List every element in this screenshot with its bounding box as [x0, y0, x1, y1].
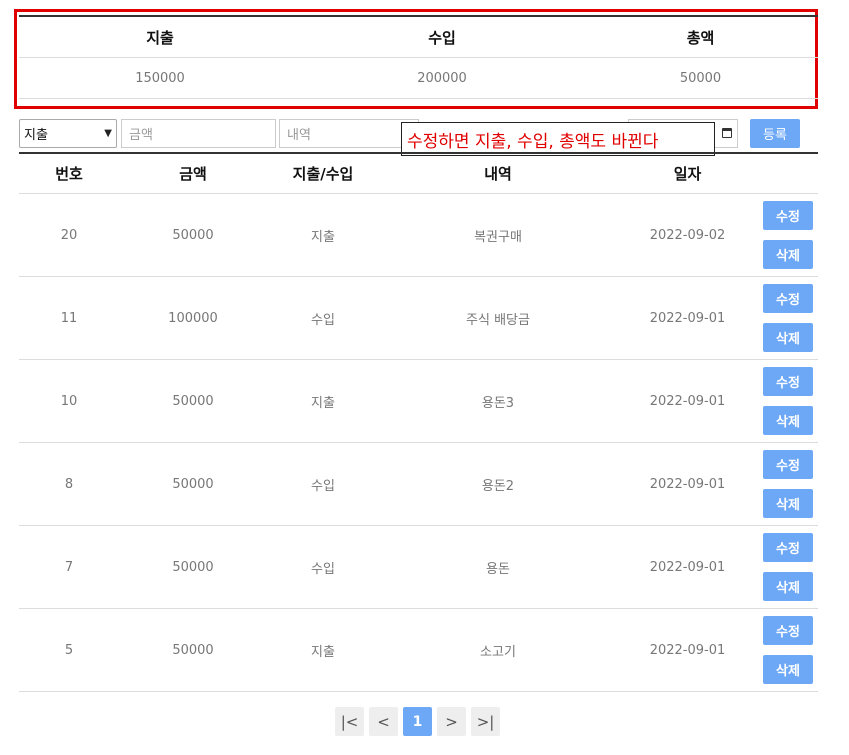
row-date: 2022-09-01: [617, 276, 758, 360]
summary-expense-value: 150000: [19, 57, 302, 99]
row-type: 지출: [267, 359, 379, 443]
row-date: 2022-09-01: [617, 608, 758, 692]
table-row: 8 50000 수입 용돈2 2022-09-01 수정 삭제: [19, 442, 818, 526]
row-desc: 용돈2: [379, 442, 617, 526]
row-date: 2022-09-01: [617, 525, 758, 609]
row-date: 2022-09-02: [617, 193, 758, 277]
edit-button[interactable]: 수정: [763, 616, 813, 645]
annotation-note: 수정하면 지출, 수입, 총액도 바뀐다: [401, 122, 715, 156]
summary-table: 지출 수입 총액 150000 200000 50000: [19, 15, 818, 99]
summary-values-row: 150000 200000 50000: [19, 57, 818, 99]
row-actions: 수정 삭제: [758, 442, 818, 526]
edit-button[interactable]: 수정: [763, 450, 813, 479]
table-header-row: 번호 금액 지출/수입 내역 일자: [19, 153, 818, 194]
delete-button[interactable]: 삭제: [763, 489, 813, 518]
delete-button[interactable]: 삭제: [763, 655, 813, 684]
summary-income-header: 수입: [301, 16, 584, 58]
next-page-icon[interactable]: >: [437, 707, 466, 736]
page-number-current[interactable]: 1: [403, 707, 432, 736]
row-type: 수입: [267, 442, 379, 526]
col-header-date: 일자: [617, 153, 758, 194]
row-actions: 수정 삭제: [758, 193, 818, 277]
table-row: 7 50000 수입 용돈 2022-09-01 수정 삭제: [19, 525, 818, 609]
summary-total-value: 50000: [583, 57, 818, 99]
row-amount: 50000: [119, 525, 267, 609]
row-type: 수입: [267, 276, 379, 360]
prev-page-icon[interactable]: <: [369, 707, 398, 736]
row-type: 수입: [267, 525, 379, 609]
row-date: 2022-09-01: [617, 442, 758, 526]
register-button[interactable]: 등록: [750, 119, 800, 148]
row-desc: 복권구매: [379, 193, 617, 277]
row-desc: 소고기: [379, 608, 617, 692]
row-actions: 수정 삭제: [758, 276, 818, 360]
table-row: 20 50000 지출 복권구매 2022-09-02 수정 삭제: [19, 193, 818, 277]
edit-button[interactable]: 수정: [763, 367, 813, 396]
row-date: 2022-09-01: [617, 359, 758, 443]
delete-button[interactable]: 삭제: [763, 572, 813, 601]
row-amount: 50000: [119, 359, 267, 443]
last-page-icon[interactable]: >|: [471, 707, 500, 736]
row-actions: 수정 삭제: [758, 525, 818, 609]
delete-button[interactable]: 삭제: [763, 406, 813, 435]
col-header-desc: 내역: [379, 153, 617, 194]
row-no: 8: [19, 442, 119, 526]
summary-total-header: 총액: [583, 16, 818, 58]
edit-button[interactable]: 수정: [763, 533, 813, 562]
row-no: 11: [19, 276, 119, 360]
description-input[interactable]: 내역: [279, 119, 419, 148]
amount-input[interactable]: 금액: [121, 119, 276, 148]
summary-header-row: 지출 수입 총액: [19, 16, 818, 58]
edit-button[interactable]: 수정: [763, 201, 813, 230]
row-amount: 50000: [119, 442, 267, 526]
row-amount: 50000: [119, 608, 267, 692]
row-type: 지출: [267, 193, 379, 277]
table-row: 5 50000 지출 소고기 2022-09-01 수정 삭제: [19, 608, 818, 692]
col-header-no: 번호: [19, 153, 119, 194]
col-header-type: 지출/수입: [267, 153, 379, 194]
type-select[interactable]: 지출 ▼: [19, 119, 117, 148]
table-row: 10 50000 지출 용돈3 2022-09-01 수정 삭제: [19, 359, 818, 443]
row-actions: 수정 삭제: [758, 608, 818, 692]
row-amount: 100000: [119, 276, 267, 360]
delete-button[interactable]: 삭제: [763, 240, 813, 269]
col-header-actions: [758, 153, 818, 194]
row-no: 5: [19, 608, 119, 692]
first-page-icon[interactable]: |<: [335, 707, 364, 736]
type-select-value: 지출: [24, 128, 48, 143]
table-row: 11 100000 수입 주식 배당금 2022-09-01 수정 삭제: [19, 276, 818, 360]
row-desc: 용돈: [379, 525, 617, 609]
row-amount: 50000: [119, 193, 267, 277]
chevron-down-icon: ▼: [104, 128, 112, 139]
row-type: 지출: [267, 608, 379, 692]
row-no: 20: [19, 193, 119, 277]
summary-expense-header: 지출: [19, 16, 302, 58]
calendar-icon[interactable]: [722, 128, 732, 138]
row-desc: 용돈3: [379, 359, 617, 443]
ledger-table: 번호 금액 지출/수입 내역 일자 20 50000 지출 복권구매 2022-…: [19, 152, 818, 692]
row-actions: 수정 삭제: [758, 359, 818, 443]
col-header-amount: 금액: [119, 153, 267, 194]
row-no: 10: [19, 359, 119, 443]
delete-button[interactable]: 삭제: [763, 323, 813, 352]
edit-button[interactable]: 수정: [763, 284, 813, 313]
row-no: 7: [19, 525, 119, 609]
pagination: |< < 1 > >|: [335, 707, 500, 736]
row-desc: 주식 배당금: [379, 276, 617, 360]
summary-income-value: 200000: [301, 57, 584, 99]
